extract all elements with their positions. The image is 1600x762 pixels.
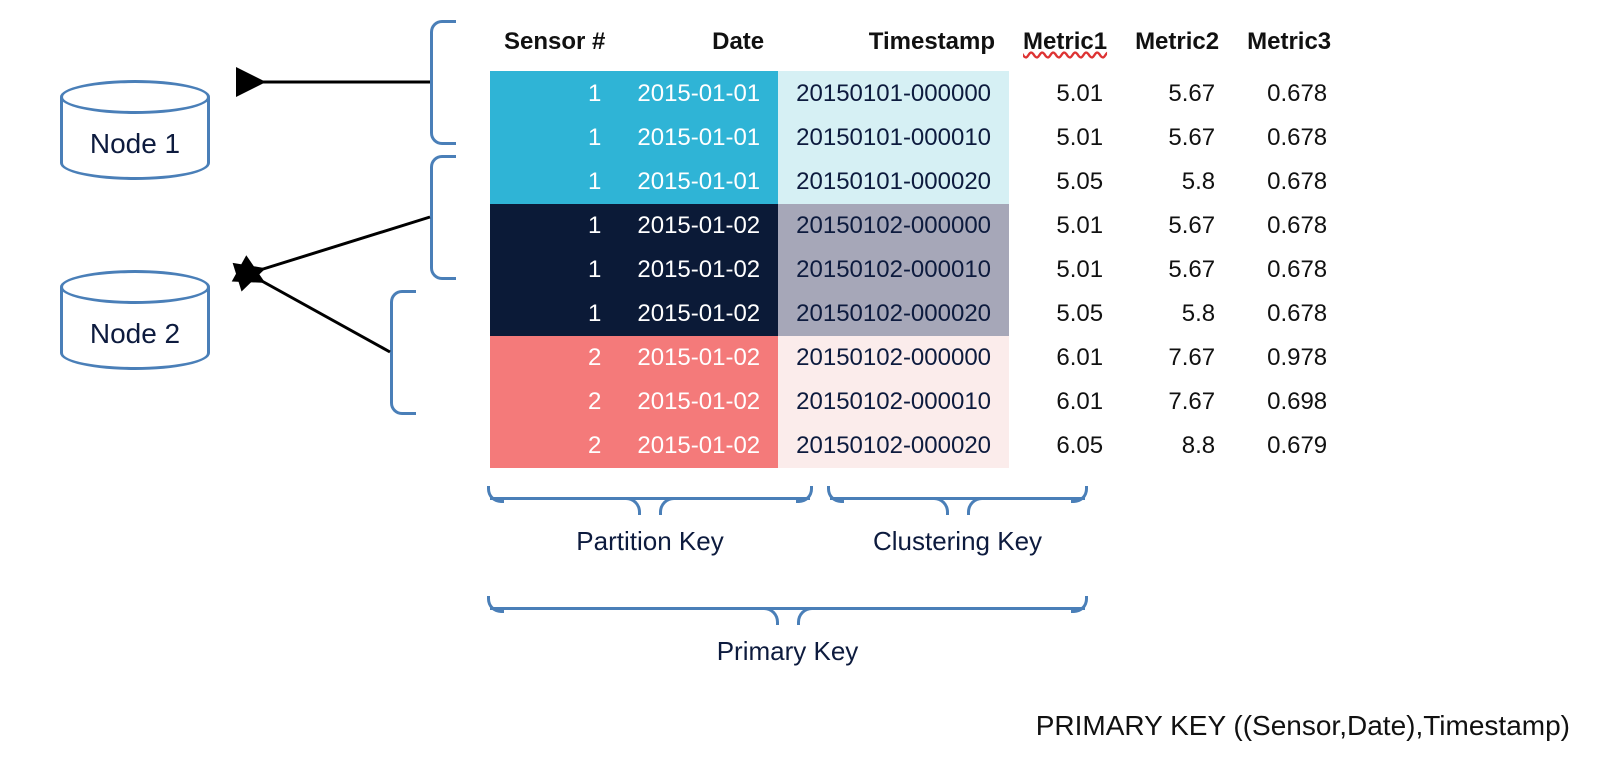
table-row: 12015-01-0220150102-0000105.015.670.678 [490, 248, 1345, 292]
diagram-root: Node 1 Node 2 [20, 20, 1580, 712]
table-row: 12015-01-0220150102-0000205.055.80.678 [490, 292, 1345, 336]
cell-sensor: 2 [490, 424, 619, 468]
cell-ts: 20150101-000020 [778, 160, 1009, 204]
th-timestamp: Timestamp [778, 20, 1009, 71]
cell-sensor: 2 [490, 380, 619, 424]
cell-m2: 5.8 [1121, 292, 1233, 336]
cell-m1: 6.01 [1009, 380, 1121, 424]
table-row: 12015-01-0120150101-0000005.015.670.678 [490, 71, 1345, 116]
cell-ts: 20150101-000010 [778, 116, 1009, 160]
cell-date: 2015-01-01 [619, 160, 778, 204]
table-row: 22015-01-0220150102-0000106.017.670.698 [490, 380, 1345, 424]
th-metric3: Metric3 [1233, 20, 1345, 71]
table-row: 12015-01-0120150101-0000105.015.670.678 [490, 116, 1345, 160]
bracket-group-3 [390, 290, 416, 415]
cell-m1: 5.01 [1009, 71, 1121, 116]
cell-m3: 0.678 [1233, 248, 1345, 292]
cell-sensor: 1 [490, 116, 619, 160]
cell-m3: 0.679 [1233, 424, 1345, 468]
cell-m1: 5.01 [1009, 204, 1121, 248]
table-row: 22015-01-0220150102-0000006.017.670.978 [490, 336, 1345, 380]
primary-key-definition: PRIMARY KEY ((Sensor,Date),Timestamp) [1036, 710, 1570, 742]
cell-m3: 0.698 [1233, 380, 1345, 424]
node-1-label: Node 1 [60, 128, 210, 160]
database-cylinder-icon: Node 1 [60, 80, 210, 180]
cell-m2: 8.8 [1121, 424, 1233, 468]
cell-date: 2015-01-02 [619, 380, 778, 424]
cell-sensor: 1 [490, 71, 619, 116]
cell-date: 2015-01-02 [619, 424, 778, 468]
cell-date: 2015-01-01 [619, 116, 778, 160]
cell-m1: 6.05 [1009, 424, 1121, 468]
database-cylinder-icon: Node 2 [60, 270, 210, 370]
nodes-column: Node 1 Node 2 [20, 20, 250, 460]
label-clustering-key: Clustering Key [830, 526, 1085, 557]
cell-m2: 5.8 [1121, 160, 1233, 204]
cell-m2: 5.67 [1121, 71, 1233, 116]
brace-partition-key [490, 472, 810, 500]
cell-m3: 0.678 [1233, 160, 1345, 204]
cell-sensor: 1 [490, 160, 619, 204]
label-partition-key: Partition Key [490, 526, 810, 557]
cell-sensor: 1 [490, 248, 619, 292]
bracket-group-1 [430, 20, 456, 145]
brace-clustering-key [830, 472, 1085, 500]
cell-ts: 20150102-000020 [778, 424, 1009, 468]
th-date: Date [619, 20, 778, 71]
cell-m3: 0.678 [1233, 71, 1345, 116]
cell-m2: 7.67 [1121, 380, 1233, 424]
cell-m1: 5.01 [1009, 116, 1121, 160]
group-brackets [270, 20, 470, 84]
table-row: 22015-01-0220150102-0000206.058.80.679 [490, 424, 1345, 468]
cell-m2: 5.67 [1121, 116, 1233, 160]
table-header-row: Sensor # Date Timestamp Metric1 Metric2 … [490, 20, 1345, 71]
table-area: Sensor # Date Timestamp Metric1 Metric2 … [490, 20, 1345, 712]
cell-sensor: 1 [490, 292, 619, 336]
cell-ts: 20150102-000020 [778, 292, 1009, 336]
sensor-table: Sensor # Date Timestamp Metric1 Metric2 … [490, 20, 1345, 468]
cell-ts: 20150102-000000 [778, 336, 1009, 380]
cell-date: 2015-01-02 [619, 292, 778, 336]
cell-m2: 5.67 [1121, 204, 1233, 248]
table-row: 12015-01-0120150101-0000205.055.80.678 [490, 160, 1345, 204]
cell-m1: 6.01 [1009, 336, 1121, 380]
cell-date: 2015-01-02 [619, 336, 778, 380]
cell-m3: 0.678 [1233, 116, 1345, 160]
th-metric1: Metric1 [1009, 20, 1121, 71]
th-sensor: Sensor # [490, 20, 619, 71]
cell-ts: 20150102-000000 [778, 204, 1009, 248]
label-primary-key: Primary Key [490, 636, 1085, 667]
cell-date: 2015-01-01 [619, 71, 778, 116]
brace-primary-key [490, 582, 1085, 610]
cell-ts: 20150102-000010 [778, 380, 1009, 424]
cell-sensor: 2 [490, 336, 619, 380]
node-1: Node 1 [20, 80, 250, 180]
cell-m2: 5.67 [1121, 248, 1233, 292]
th-metric2: Metric2 [1121, 20, 1233, 71]
key-braces: Partition Key Clustering Key Primary Key [490, 472, 1345, 712]
cell-m2: 7.67 [1121, 336, 1233, 380]
cell-ts: 20150101-000000 [778, 71, 1009, 116]
cell-sensor: 1 [490, 204, 619, 248]
table-row: 12015-01-0220150102-0000005.015.670.678 [490, 204, 1345, 248]
node-2: Node 2 [20, 270, 250, 370]
cell-m1: 5.05 [1009, 160, 1121, 204]
node-2-label: Node 2 [60, 318, 210, 350]
cell-m3: 0.978 [1233, 336, 1345, 380]
cell-m1: 5.05 [1009, 292, 1121, 336]
cell-m3: 0.678 [1233, 204, 1345, 248]
cell-m1: 5.01 [1009, 248, 1121, 292]
cell-date: 2015-01-02 [619, 204, 778, 248]
cell-m3: 0.678 [1233, 292, 1345, 336]
cell-date: 2015-01-02 [619, 248, 778, 292]
bracket-group-2 [430, 155, 456, 280]
cell-ts: 20150102-000010 [778, 248, 1009, 292]
